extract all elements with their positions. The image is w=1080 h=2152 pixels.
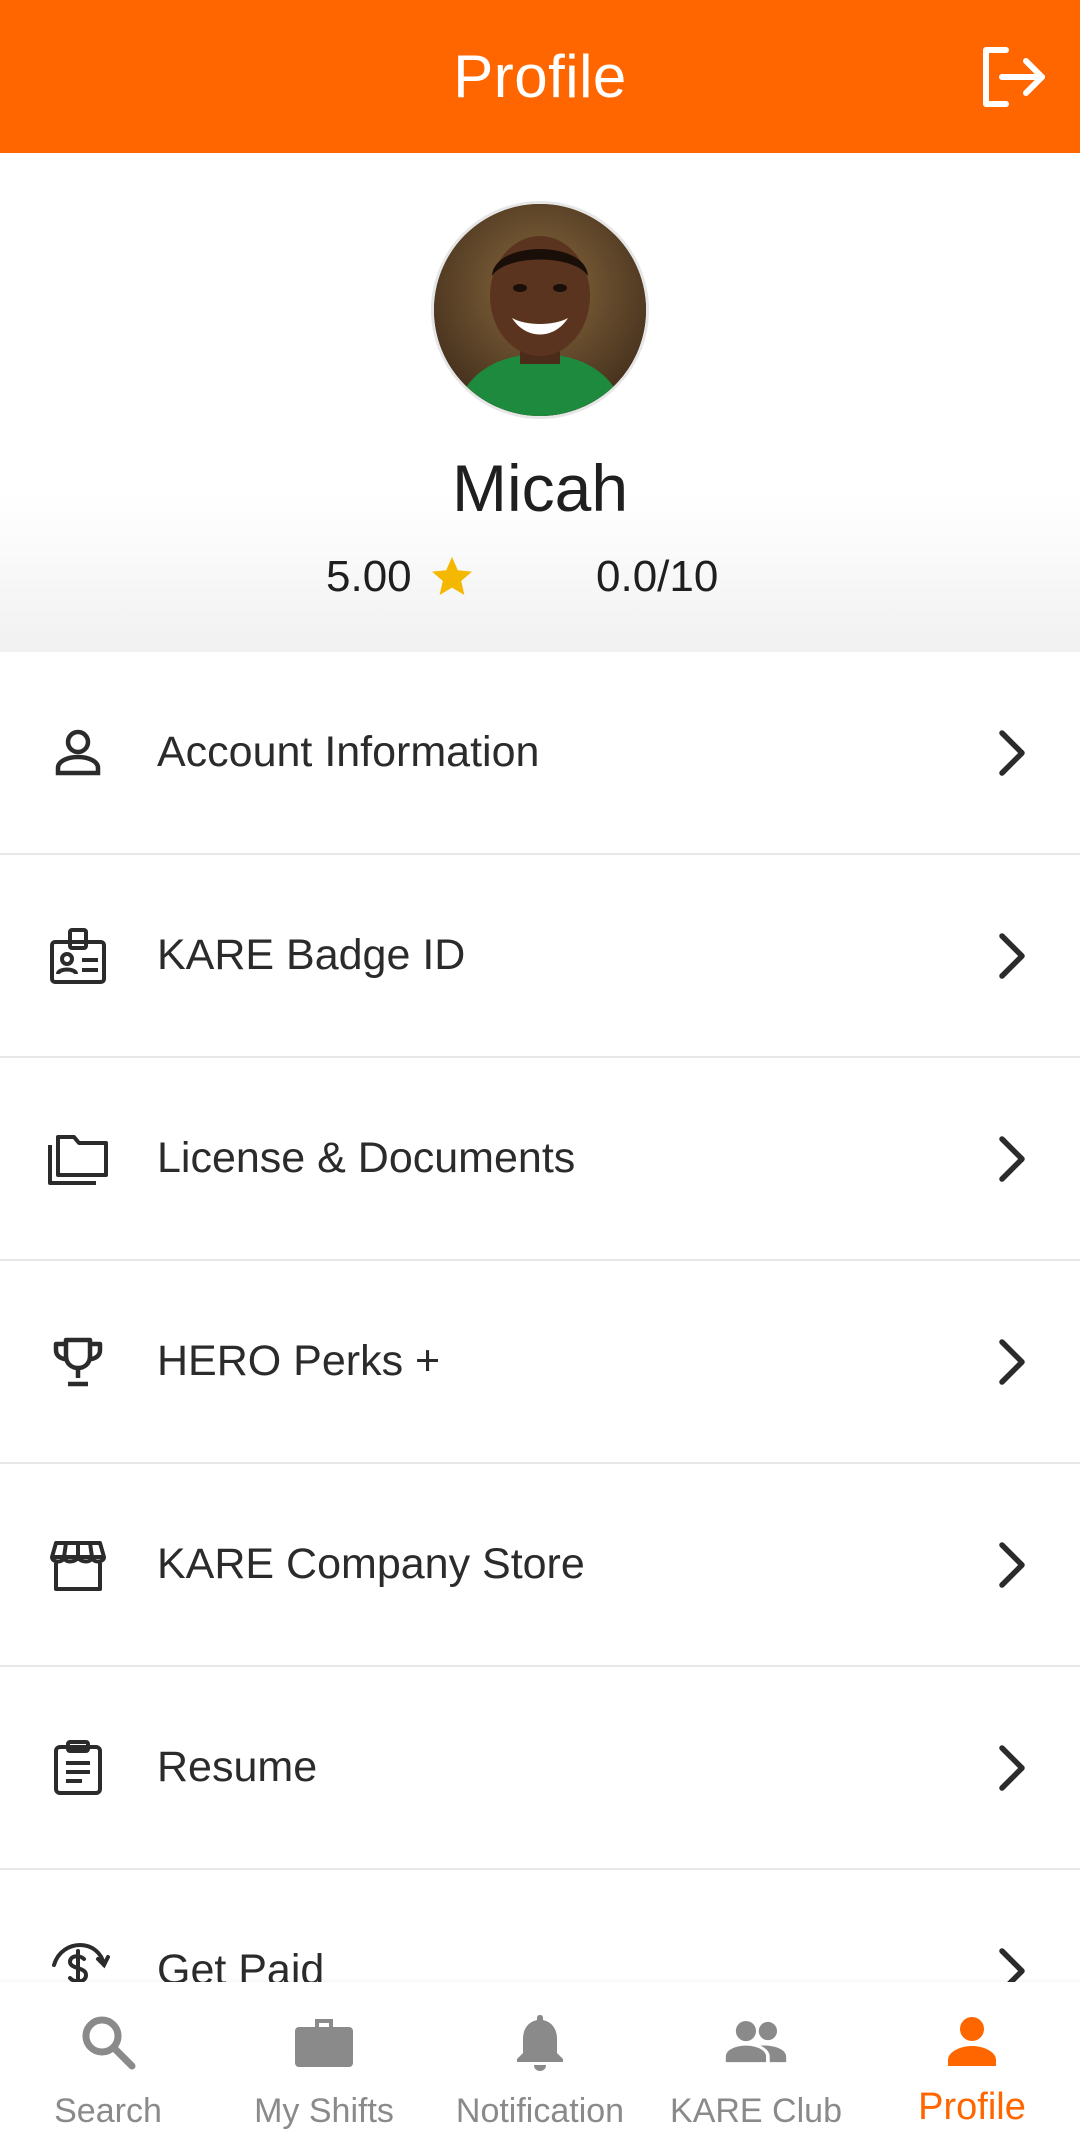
menu-item-hero-perks[interactable]: HERO Perks + <box>0 1261 1080 1464</box>
nav-item-search[interactable]: Search <box>0 1982 216 2152</box>
logout-icon <box>983 47 1045 107</box>
menu-item-label: Get Paid <box>157 1946 325 1982</box>
nav-item-kare-club[interactable]: KARE Club <box>648 1982 864 2152</box>
nav-label: My Shifts <box>254 2092 394 2130</box>
menu-item-license-documents[interactable]: License & Documents <box>0 1058 1080 1261</box>
menu-item-get-paid[interactable]: Get Paid <box>0 1870 1080 1982</box>
nav-item-notification[interactable]: Notification <box>432 1982 648 2152</box>
nav-label: KARE Club <box>670 2092 842 2130</box>
dollar-refresh-icon <box>44 1937 112 1982</box>
rating: 5.00 <box>326 547 476 607</box>
person-icon <box>44 719 112 787</box>
clipboard-icon <box>44 1734 112 1802</box>
menu-item-label: KARE Badge ID <box>157 931 466 979</box>
person-icon <box>940 2010 1004 2074</box>
logout-button[interactable] <box>972 36 1054 118</box>
badge-icon <box>44 922 112 990</box>
menu-item-label: Resume <box>157 1743 318 1791</box>
page-title: Profile <box>453 43 627 110</box>
menu-item-label: KARE Company Store <box>157 1540 585 1588</box>
nav-item-my-shifts[interactable]: My Shifts <box>216 1982 432 2152</box>
profile-name: Micah <box>451 451 629 525</box>
briefcase-icon <box>292 2010 356 2074</box>
group-icon <box>724 2010 788 2074</box>
search-icon <box>76 2010 140 2074</box>
profile-header: Micah 5.00 0.0/10 <box>0 153 1080 652</box>
star-icon <box>431 557 472 595</box>
menu-item-resume[interactable]: Resume <box>0 1667 1080 1870</box>
menu-item-kare-badge-id[interactable]: KARE Badge ID <box>0 855 1080 1058</box>
rating-value: 5.00 <box>326 552 412 601</box>
app-bar: Profile <box>0 0 1080 153</box>
trophy-icon <box>44 1328 112 1396</box>
chevron-right-icon <box>988 725 1036 781</box>
chevron-right-icon <box>988 1334 1036 1390</box>
profile-menu: Account Information KARE Badge ID Licens… <box>0 652 1080 1982</box>
bell-icon <box>508 2010 572 2074</box>
chevron-right-icon <box>988 1537 1036 1593</box>
profile-stats: 5.00 0.0/10 <box>0 547 1080 607</box>
nav-label: Notification <box>455 2092 625 2130</box>
menu-item-kare-company-store[interactable]: KARE Company Store <box>0 1464 1080 1667</box>
chevron-right-icon <box>988 1943 1036 1982</box>
avatar[interactable] <box>431 201 649 419</box>
folders-icon <box>44 1125 112 1193</box>
chevron-right-icon <box>988 1131 1036 1187</box>
score-value: 0.0/10 <box>596 552 719 601</box>
menu-item-label: Account Information <box>157 728 540 776</box>
menu-item-account-information[interactable]: Account Information <box>0 652 1080 855</box>
nav-item-profile[interactable]: Profile <box>864 1982 1080 2152</box>
chevron-right-icon <box>988 1740 1036 1796</box>
chevron-right-icon <box>988 928 1036 984</box>
menu-item-label: HERO Perks + <box>157 1337 441 1385</box>
menu-item-label: License & Documents <box>157 1134 576 1182</box>
nav-label: Search <box>54 2092 162 2130</box>
nav-label: Profile <box>918 2086 1026 2128</box>
bottom-nav: Search My Shifts Notification KARE Club … <box>0 1982 1080 2152</box>
store-icon <box>44 1531 112 1599</box>
